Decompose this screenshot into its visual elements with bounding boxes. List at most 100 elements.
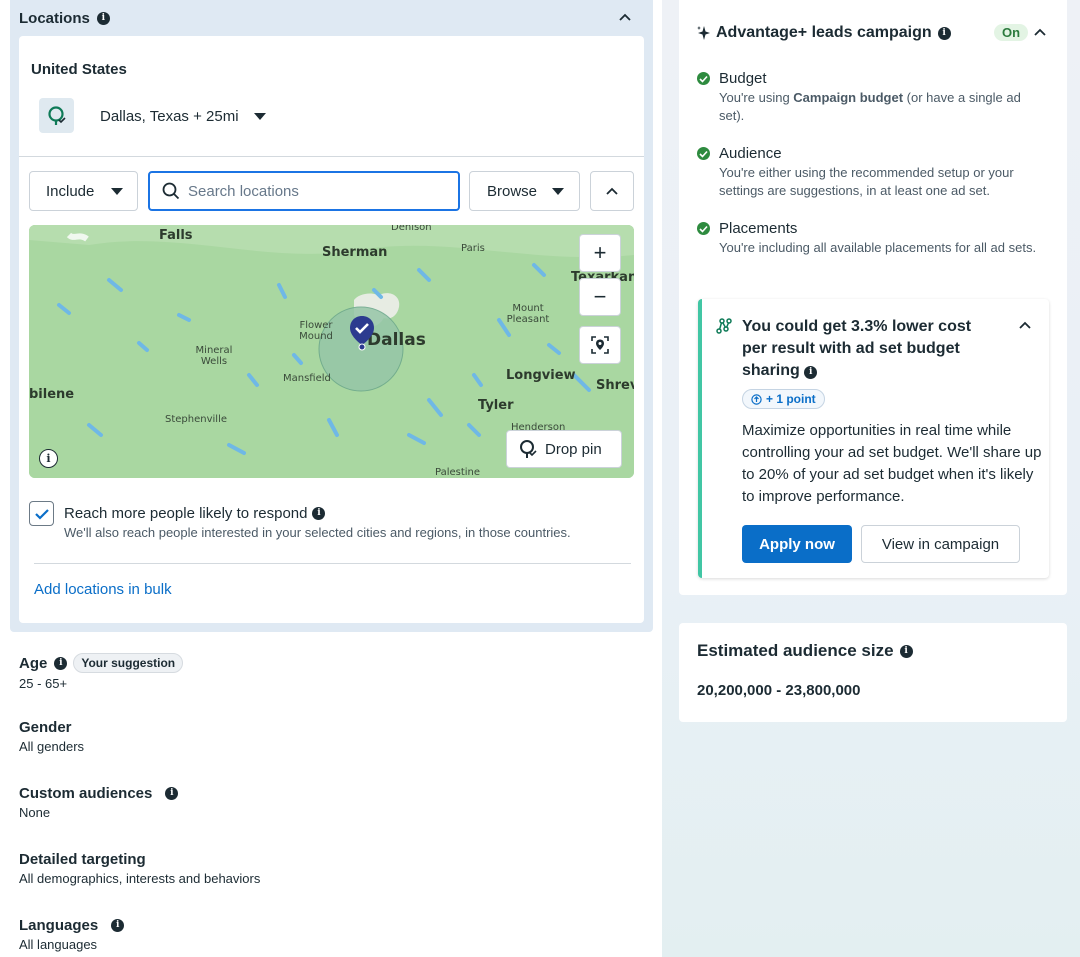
point-badge: + 1 point — [742, 389, 825, 409]
audience-description: You're either using the recommended setu… — [719, 165, 1014, 198]
view-in-campaign-button[interactable]: View in campaign — [861, 525, 1020, 563]
chevron-up-icon[interactable] — [617, 9, 633, 25]
detailed-targeting-label: Detailed targeting — [19, 851, 146, 868]
location-pin-icon — [39, 98, 74, 133]
estimated-audience-range: 20,200,000 - 23,800,000 — [697, 682, 861, 699]
map-label: Mount Pleasant — [506, 303, 550, 325]
placements-description: You're including all available placement… — [719, 240, 1037, 255]
info-icon[interactable]: i — [312, 507, 326, 520]
pin-icon — [520, 440, 537, 458]
map-label: Flower Mound — [299, 320, 333, 342]
apply-now-button[interactable]: Apply now — [742, 525, 852, 563]
info-icon[interactable]: i — [804, 366, 818, 379]
location-dropdown-icon[interactable] — [254, 113, 266, 120]
reach-more-checkbox[interactable] — [29, 501, 54, 526]
detailed-targeting-value: All demographics, interests and behavior… — [19, 871, 261, 886]
info-icon[interactable]: i — [165, 787, 179, 800]
map-label: Shreve — [596, 378, 634, 393]
info-icon[interactable]: i — [937, 26, 951, 40]
info-icon[interactable]: i — [111, 919, 125, 932]
check-circle-icon — [697, 222, 710, 235]
checkmark-icon — [34, 508, 49, 520]
recenter-button[interactable] — [579, 326, 621, 364]
search-locations-input[interactable] — [188, 182, 448, 200]
locations-title: Locations — [19, 9, 90, 27]
estimated-audience-card: Estimated audience size i 20,200,000 - 2… — [679, 623, 1067, 722]
add-locations-bulk-link[interactable]: Add locations in bulk — [34, 581, 172, 598]
age-label: Age — [19, 654, 48, 672]
map-label: Mineral Wells — [195, 345, 233, 367]
gender-label: Gender — [19, 719, 72, 736]
check-item-budget: Budget You're using Campaign budget (or … — [697, 70, 1042, 125]
recommendation-card: You could get 3.3% lower cost per result… — [698, 299, 1049, 578]
placements-title: Placements — [719, 220, 798, 237]
info-icon[interactable]: i — [899, 644, 913, 658]
check-circle-icon — [697, 147, 710, 160]
map-label: Falls — [159, 228, 193, 243]
zoom-out-button[interactable]: − — [579, 278, 621, 316]
gender-value: All genders — [19, 739, 85, 754]
map-marker-icon[interactable] — [349, 315, 375, 351]
map-label: Palestine — [435, 467, 481, 478]
audience-title: Audience — [719, 145, 782, 162]
drop-pin-label: Drop pin — [545, 440, 602, 458]
advantage-title: Advantage+ leads campaign i — [697, 24, 951, 42]
chevron-up-icon[interactable] — [1017, 317, 1033, 333]
info-icon[interactable]: i — [54, 656, 68, 670]
reach-more-description: We'll also reach people interested in yo… — [64, 525, 571, 540]
locations-panel: Locations i United States Dallas, Texas … — [10, 0, 653, 632]
age-field[interactable]: Age i Your suggestion 25 - 65+ — [19, 653, 184, 691]
info-icon[interactable]: i — [96, 11, 110, 25]
reach-more-title: Reach more people likely to respond i — [64, 505, 326, 522]
chevron-up-icon — [606, 187, 618, 195]
collapse-search-button[interactable] — [590, 171, 634, 211]
include-dropdown[interactable]: Include — [29, 171, 138, 211]
map-label: Longview — [506, 368, 576, 383]
map-label: Paris — [461, 243, 485, 254]
arrow-up-circle-icon — [751, 393, 762, 405]
gender-field[interactable]: Gender All genders — [19, 719, 84, 754]
custom-audiences-field[interactable]: Custom audiences i None — [19, 785, 179, 820]
search-icon — [162, 182, 180, 200]
locations-header: Locations i — [19, 9, 110, 27]
browse-dropdown[interactable]: Browse — [469, 171, 580, 211]
map-label: bilene — [29, 387, 75, 402]
check-circle-icon — [697, 72, 710, 85]
locations-card: United States Dallas, Texas + 25mi Inclu… — [19, 36, 644, 623]
graph-nodes-icon — [716, 318, 732, 334]
location-map[interactable]: Falls Denison Sherman Paris Texarkana Mo… — [29, 225, 634, 478]
drop-pin-button[interactable]: Drop pin — [506, 430, 622, 468]
include-label: Include — [46, 182, 95, 200]
zoom-in-button[interactable]: + — [579, 234, 621, 272]
map-label: Stephenville — [165, 414, 228, 425]
estimated-audience-title: Estimated audience size i — [697, 641, 913, 661]
browse-label: Browse — [487, 182, 538, 200]
status-badge: On — [994, 24, 1029, 41]
recommendation-body: Maximize opportunities in real time whil… — [742, 422, 1042, 505]
map-label: Sherman — [322, 245, 388, 260]
custom-audiences-label: Custom audiences — [19, 785, 153, 802]
selected-location[interactable]: Dallas, Texas + 25mi — [100, 108, 239, 125]
locate-icon — [591, 336, 609, 354]
sparkle-icon — [697, 26, 710, 40]
check-item-placements: Placements You're including all availabl… — [697, 220, 1042, 257]
map-label: Tyler — [478, 398, 514, 413]
map-label-dallas: Dallas — [367, 330, 426, 350]
divider — [34, 563, 631, 564]
budget-title: Budget — [719, 70, 767, 87]
suggestion-badge: Your suggestion — [73, 653, 184, 673]
map-label: Denison — [391, 225, 432, 233]
check-item-audience: Audience You're either using the recomme… — [697, 145, 1042, 200]
age-value: 25 - 65+ — [19, 676, 68, 691]
languages-field[interactable]: Languages i All languages — [19, 917, 125, 952]
languages-value: All languages — [19, 937, 98, 952]
country-label: United States — [31, 61, 127, 78]
chevron-up-icon[interactable] — [1032, 24, 1048, 40]
search-box[interactable] — [148, 171, 460, 211]
map-label: Mansfield — [283, 373, 331, 384]
detailed-targeting-field[interactable]: Detailed targeting All demographics, int… — [19, 851, 260, 886]
map-info-icon[interactable]: i — [39, 449, 58, 468]
advantage-campaign-card: Advantage+ leads campaign i On Budget Yo… — [679, 0, 1067, 595]
caret-down-icon — [552, 188, 564, 195]
reach-more-label: Reach more people likely to respond — [64, 505, 308, 522]
